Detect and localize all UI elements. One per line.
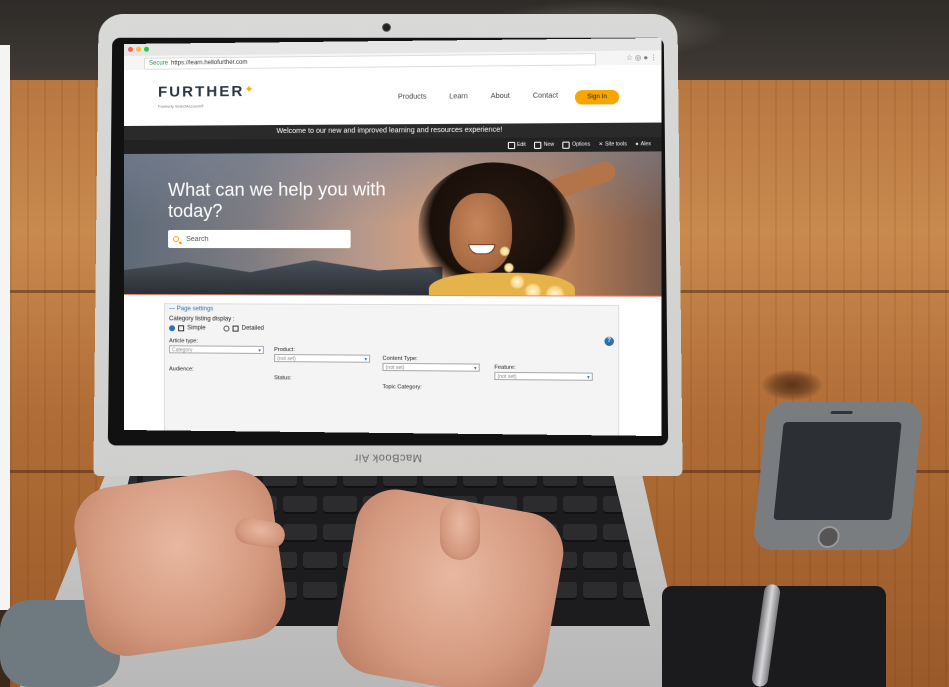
detailed-layout-icon — [232, 325, 239, 332]
topic-category-field: Topic Category: — [382, 384, 422, 391]
audience-field: Audience: — [169, 366, 194, 373]
search-icon — [173, 235, 180, 243]
article-type-select[interactable]: Category — [169, 345, 264, 354]
minimize-dot-icon[interactable] — [135, 46, 141, 52]
page-settings-panel: — Page settings Category listing display… — [164, 303, 620, 437]
help-icon[interactable]: ? — [604, 336, 614, 347]
product-select[interactable]: (not set) — [274, 354, 371, 363]
webcam — [382, 23, 391, 32]
string-light — [499, 246, 510, 257]
laptop-brand: MacBook Air — [354, 451, 422, 464]
search-input[interactable] — [184, 234, 341, 244]
hero-search-box[interactable] — [168, 229, 351, 249]
page-settings-toggle[interactable]: — Page settings — [169, 306, 213, 312]
new-icon — [534, 141, 542, 149]
status-field: Status: — [274, 375, 292, 382]
feature-select[interactable]: (not set) — [494, 371, 593, 381]
sign-in-button[interactable]: Sign In — [574, 89, 620, 105]
toolbar-new[interactable]: New — [534, 141, 554, 149]
site-tools-icon: ✕ — [598, 141, 604, 148]
radio-on-icon — [169, 325, 176, 332]
site-header: FURTHER✦ Formerly SelectAccount® Product… — [124, 64, 662, 126]
feature-field: Feature: (not set) — [494, 365, 593, 381]
string-light — [524, 283, 542, 296]
secure-label: Secure — [149, 60, 169, 67]
toolbar-user[interactable]: ● Alex — [635, 141, 651, 147]
wood-knot — [762, 370, 822, 400]
hero-person-face — [449, 193, 513, 273]
logo-tagline: Formerly SelectAccount® — [158, 103, 204, 109]
left-white-panel — [0, 45, 10, 610]
phone-home-button — [816, 526, 841, 548]
content-type-field: Content Type: (not set) — [382, 356, 480, 372]
spark-icon: ✦ — [244, 83, 256, 97]
right-finger — [440, 500, 480, 560]
main-nav: Products Learn About Contact — [398, 92, 558, 100]
radio-off-icon — [223, 325, 230, 332]
extension-icons[interactable]: ☆ ◎ ● ⋮ — [626, 53, 657, 63]
laptop-screen: Secure https://learn.hellofurther.com ☆ ◎… — [124, 37, 662, 437]
toolbar-site-tools[interactable]: ✕ Site tools — [599, 141, 627, 147]
hero-banner: What can we help you with today? — [124, 151, 662, 296]
further-logo[interactable]: FURTHER✦ — [158, 83, 256, 101]
string-light — [509, 274, 525, 290]
hero-title: What can we help you with today? — [168, 179, 386, 221]
phone-screen — [773, 422, 902, 520]
product-field: Product: (not set) — [274, 347, 371, 363]
toolbar-options[interactable]: Options — [562, 141, 590, 149]
toolbar-edit[interactable]: Edit — [507, 141, 526, 149]
article-type-field: Article type: Category — [169, 338, 264, 354]
nav-about[interactable]: About — [491, 93, 510, 100]
phone-speaker — [830, 411, 853, 414]
content-type-select[interactable]: (not set) — [382, 362, 480, 372]
nav-contact[interactable]: Contact — [533, 92, 558, 99]
hero-mountains — [124, 254, 443, 295]
left-hand — [69, 464, 291, 662]
category-listing-label: Category listing display : — [169, 316, 235, 323]
simple-layout-icon — [178, 325, 185, 332]
page-settings-section: — Page settings Category listing display… — [124, 294, 662, 437]
string-light — [503, 262, 515, 273]
options-icon — [562, 141, 570, 149]
radio-simple[interactable]: Simple — [169, 325, 206, 331]
nav-learn[interactable]: Learn — [449, 93, 468, 100]
url-text: https://learn.hellofurther.com — [171, 59, 248, 67]
smartphone — [752, 402, 924, 550]
radio-detailed[interactable]: Detailed — [223, 325, 264, 332]
edit-icon — [507, 141, 515, 149]
user-icon: ● — [635, 141, 639, 148]
nav-products[interactable]: Products — [398, 94, 427, 101]
close-dot-icon[interactable] — [127, 46, 133, 52]
photo-scene: MacBook Air Secure https://learn.hellofur… — [0, 0, 949, 687]
maximize-dot-icon[interactable] — [143, 46, 150, 52]
